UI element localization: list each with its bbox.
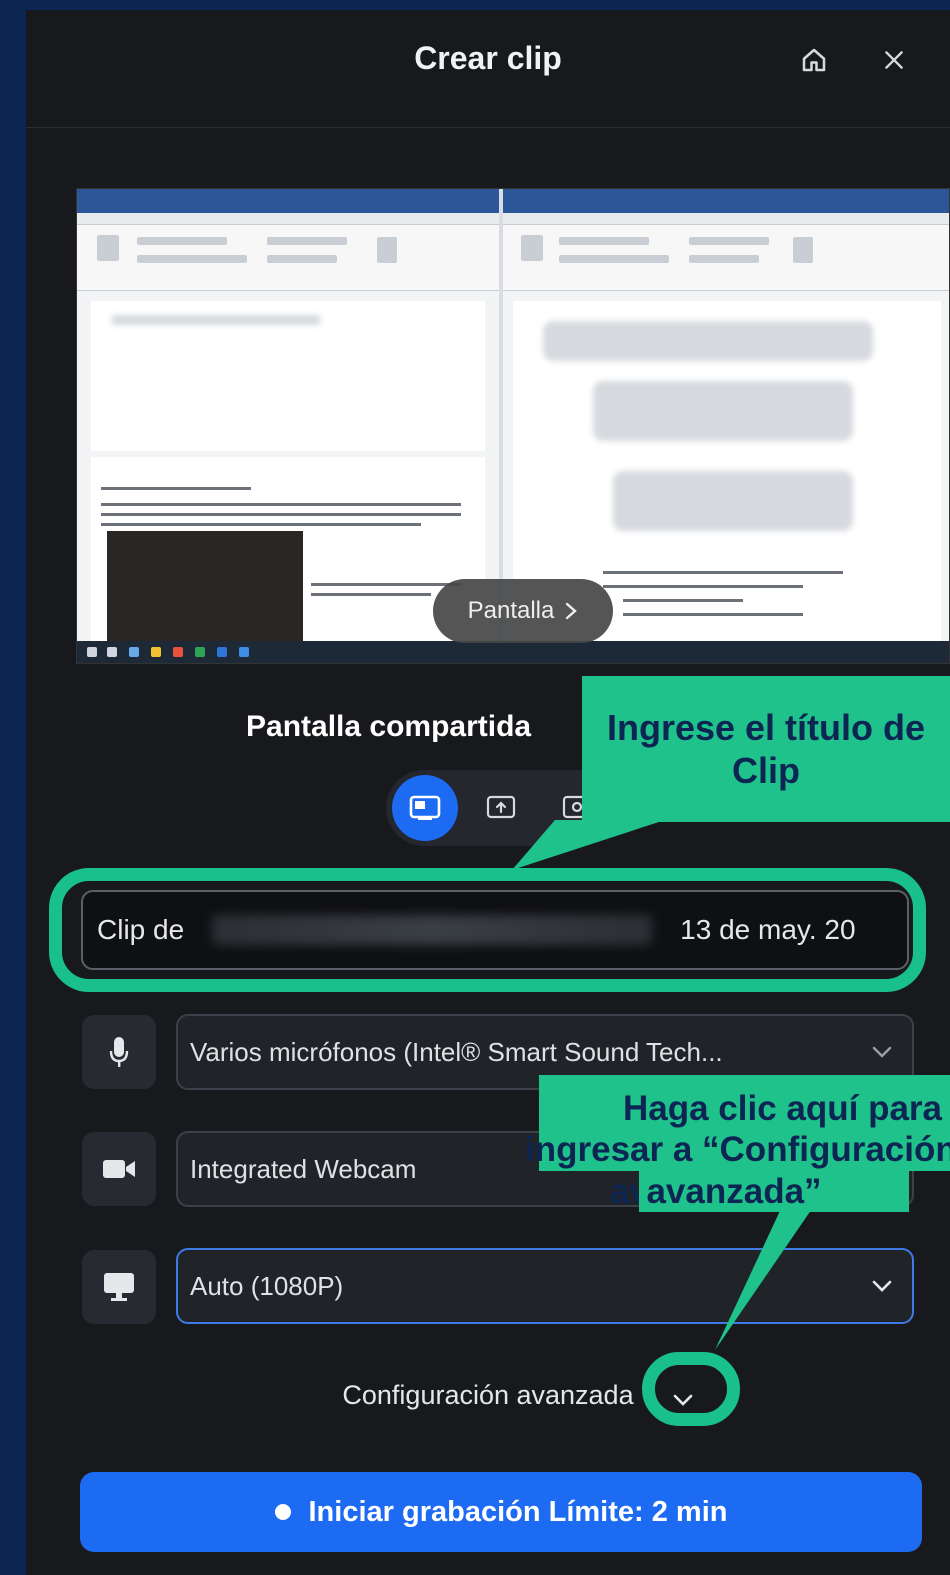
advanced-callout-text-top: Haga clic aquí para ingresar a “Configur… (525, 1088, 950, 1212)
advanced-callout-line1-top: Haga clic aquí para (622, 1089, 943, 1128)
title-callout: Ingrese el título de Clip (582, 676, 950, 822)
advanced-callout-line2-top: ingresar a “Configuración (525, 1130, 950, 1170)
title-callout-line1: Ingrese el título de (606, 706, 926, 748)
title-callout-line2: Clip (732, 750, 800, 791)
advanced-chevron-highlight-ring (642, 1352, 740, 1426)
advanced-callout-line3-top: avanzada” (639, 1170, 909, 1212)
title-callout-pointer (512, 820, 665, 870)
title-input-highlight-ring (49, 868, 926, 992)
